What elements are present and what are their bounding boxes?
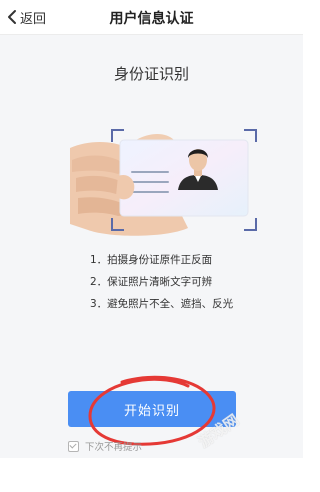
section-heading: 身份证识别 bbox=[113, 65, 189, 83]
top-navbar: 返回 用户信息认证 bbox=[0, 0, 303, 35]
remember-row: 下次不再提示 bbox=[68, 439, 142, 453]
remember-checkbox[interactable] bbox=[68, 440, 79, 452]
tips-list: 1．拍摄身份证原件正反面 2．保证照片清晰文字可辨 3．避免照片不全、遮挡、反光 bbox=[90, 249, 280, 315]
main-content: 身份证识别 1．拍摄身份证原件正反面 2．保证照片清晰文字可辨 3．避免照片不全… bbox=[0, 35, 303, 458]
tip-item: 2．保证照片清晰文字可辨 bbox=[90, 276, 213, 288]
start-recognition-button[interactable]: 开始识别 bbox=[68, 391, 236, 427]
tip-item: 3．避免照片不全、遮挡、反光 bbox=[90, 298, 234, 310]
tip-item: 1．拍摄身份证原件正反面 bbox=[90, 254, 213, 266]
page-title: 用户信息认证 bbox=[109, 11, 194, 27]
id-card-illustration bbox=[70, 129, 257, 236]
id-card bbox=[119, 139, 249, 217]
remember-label: 下次不再提示 bbox=[85, 442, 143, 453]
